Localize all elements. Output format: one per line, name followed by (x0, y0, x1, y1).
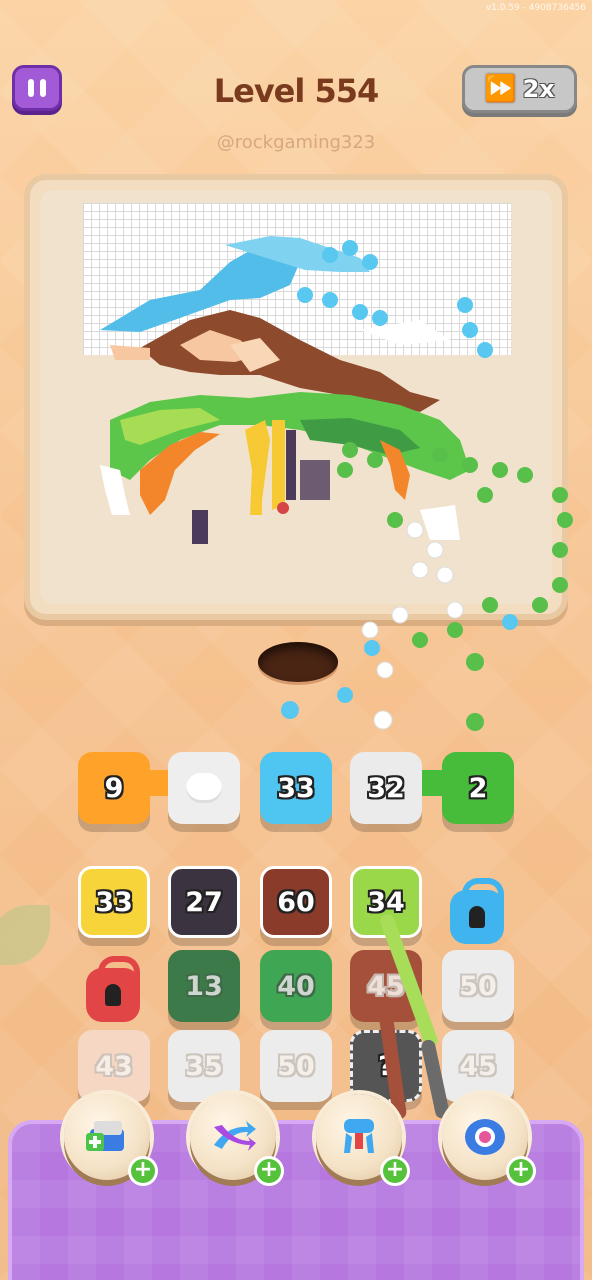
add-booster-icon[interactable]: + (506, 1156, 536, 1186)
add-booster-icon[interactable]: + (380, 1156, 410, 1186)
spool-tile[interactable]: 35 (168, 1030, 240, 1102)
spool-count: 13 (185, 970, 223, 1002)
booster-magnet[interactable]: + (316, 1094, 410, 1186)
spool-count: 45 (459, 1050, 497, 1082)
queue-slot[interactable] (168, 752, 240, 824)
spool-count: 40 (277, 970, 315, 1002)
spool-count: 33 (95, 886, 133, 918)
spool-tile[interactable]: 27 (168, 866, 240, 938)
add-tray-icon (81, 1114, 133, 1160)
shuffle-arrows-icon (207, 1114, 259, 1160)
spool-count: 50 (277, 1050, 315, 1082)
claw-magnet-icon (333, 1114, 385, 1160)
spool-count: 34 (367, 886, 405, 918)
spool-tile[interactable]: 33 (78, 866, 150, 938)
queue-slot-count: 33 (277, 772, 315, 804)
queue-slot-count: 2 (468, 772, 488, 804)
spool-count: 43 (95, 1050, 133, 1082)
spool-count: 35 (185, 1050, 223, 1082)
leaf-decoration (0, 905, 50, 965)
spool-tile[interactable]: 50 (442, 950, 514, 1022)
locked-tile-red[interactable] (86, 956, 140, 1022)
queue-slot-count: 9 (104, 772, 124, 804)
ant-trail (277, 240, 573, 731)
spool-count: 50 (459, 970, 497, 1002)
spool-tile[interactable]: 40 (260, 950, 332, 1022)
spool-count: 60 (277, 886, 315, 918)
spool-tile[interactable]: 50 (260, 1030, 332, 1102)
spool-tile[interactable]: 45 (442, 1030, 514, 1102)
spool-tile[interactable]: 60 (260, 866, 332, 938)
queue-slot[interactable]: 32 (350, 752, 422, 824)
queue-slot[interactable]: 2 (442, 752, 514, 824)
locked-tile-blue[interactable] (450, 878, 504, 944)
add-booster-icon[interactable]: + (254, 1156, 284, 1186)
add-booster-icon[interactable]: + (128, 1156, 158, 1186)
queue-slot[interactable]: 9 (78, 752, 150, 824)
queue-slot[interactable]: 33 (260, 752, 332, 824)
keyhole-icon (469, 906, 485, 928)
empty-spool-icon (186, 773, 222, 803)
spool-tile[interactable]: 43 (78, 1030, 150, 1102)
booster-spool[interactable]: + (442, 1094, 536, 1186)
booster-add-slot[interactable]: + (64, 1094, 158, 1186)
spool-tile[interactable]: 13 (168, 950, 240, 1022)
keyhole-icon (105, 984, 121, 1006)
booster-shuffle[interactable]: + (190, 1094, 284, 1186)
spool-count: 27 (185, 886, 223, 918)
spool-icon (459, 1114, 511, 1160)
queue-slot-count: 32 (367, 772, 405, 804)
